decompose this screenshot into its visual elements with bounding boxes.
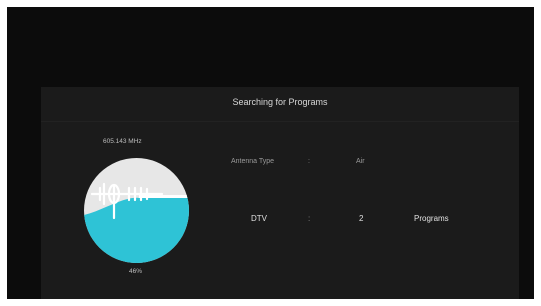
tv-screen: Searching for Programs 605.143 MHz 46% A… (7, 7, 534, 299)
scan-frequency: 605.143 MHz (103, 138, 142, 145)
scan-progress-percent: 46% (129, 268, 143, 275)
panel-title: Searching for Programs (232, 97, 328, 107)
dtv-separator: : (308, 214, 311, 223)
dtv-programs-unit: Programs (414, 214, 449, 223)
panel-divider (41, 121, 519, 122)
channel-scan-panel: Searching for Programs 605.143 MHz 46% A… (41, 87, 519, 299)
dtv-program-count: 2 (359, 214, 364, 223)
antenna-type-separator: : (308, 158, 310, 165)
antenna-type-label: Antenna Type (231, 158, 275, 165)
dtv-label: DTV (251, 214, 267, 223)
scan-progress-gauge (84, 158, 189, 263)
antenna-type-value: Air (356, 158, 365, 165)
